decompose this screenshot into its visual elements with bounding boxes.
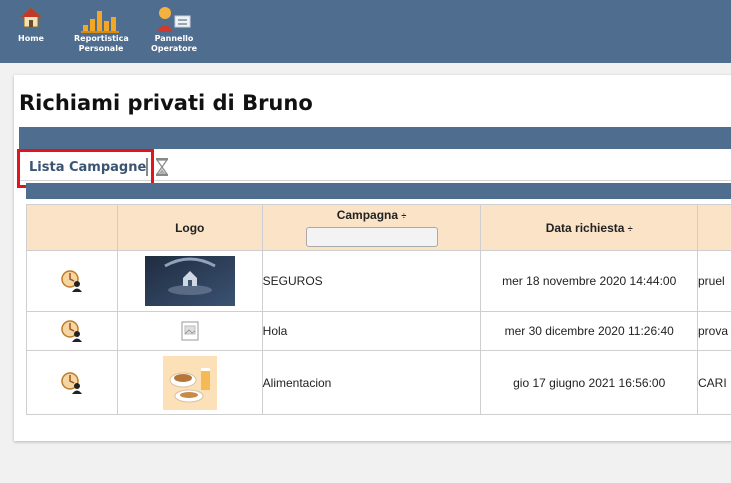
data-richiesta-cell: mer 30 dicembre 2020 11:26:40 (480, 311, 698, 351)
data-richiesta-cell: gio 17 giugno 2021 16:56:00 (480, 350, 698, 415)
col-header-icon (26, 204, 118, 251)
data-richiesta-cell: mer 18 novembre 2020 14:44:00 (480, 250, 698, 312)
row-action-cell[interactable] (26, 350, 118, 415)
col-header-campagna[interactable]: Campagna ÷ (261, 204, 482, 251)
extra-cell: prova (696, 311, 731, 351)
table-row[interactable]: Hola mer 30 dicembre 2020 11:26:40 prova (26, 311, 731, 351)
campaign-table: Logo Campagna ÷ Data richiesta ÷ SEGUROS… (26, 204, 731, 415)
tab-lista-campagne[interactable]: Lista Campagne (29, 160, 146, 175)
campagna-cell: SEGUROS (261, 250, 482, 312)
sort-icon[interactable]: ÷ (628, 224, 633, 234)
tab-separator (146, 158, 148, 176)
row-action-cell[interactable] (26, 250, 118, 312)
clock-user-icon[interactable] (60, 371, 84, 395)
campagna-filter-input[interactable] (305, 227, 438, 247)
logo-cell (116, 350, 263, 415)
extra-cell: pruel (696, 250, 731, 312)
clock-user-icon[interactable] (60, 319, 84, 343)
broken-image-icon (181, 321, 199, 341)
clock-user-icon[interactable] (60, 269, 84, 293)
alimentacion-logo-image (162, 355, 217, 410)
nav-home-label: Home (18, 34, 44, 43)
col-header-campagna-label: Campagna (336, 208, 399, 222)
col-header-data-richiesta[interactable]: Data richiesta ÷ (480, 204, 698, 251)
campagna-cell: Alimentacion (261, 350, 482, 415)
home-icon (16, 4, 46, 34)
table-row[interactable]: SEGUROS mer 18 novembre 2020 14:44:00 pr… (26, 250, 731, 312)
nav-pannello-line1: Pannello (154, 34, 194, 43)
nav-pannello-operatore[interactable]: Pannello Operatore (148, 4, 200, 54)
row-action-cell[interactable] (26, 311, 118, 351)
sort-icon[interactable]: ÷ (401, 211, 406, 221)
operator-panel-icon (148, 4, 200, 34)
table-header-bar (26, 183, 731, 199)
extra-cell: CARI (696, 350, 731, 415)
tab-bar: Lista Campagne (17, 149, 731, 188)
top-nav-bar: Home Reportistica Personale Pannello Ope… (0, 0, 731, 63)
col-header-extra (696, 204, 731, 251)
section-header-bar (19, 127, 731, 149)
col-header-logo: Logo (116, 204, 263, 251)
nav-reportistica-line1: Reportistica (74, 34, 129, 43)
nav-home[interactable]: Home (16, 4, 46, 44)
seguros-logo-image (144, 256, 235, 306)
table-header-row: Logo Campagna ÷ Data richiesta ÷ (26, 204, 731, 251)
nav-reportistica-line2: Personale (78, 44, 124, 53)
page-title: Richiami privati di Bruno (19, 91, 313, 115)
hourglass-icon[interactable] (155, 158, 169, 176)
table-row[interactable]: Alimentacion gio 17 giugno 2021 16:56:00… (26, 350, 731, 415)
campagna-cell: Hola (261, 311, 482, 351)
bar-chart-icon (74, 4, 128, 34)
col-header-data-label: Data richiesta (545, 220, 625, 235)
main-panel: Richiami privati di Bruno Lista Campagne… (14, 75, 731, 441)
logo-cell (116, 250, 263, 312)
nav-reportistica[interactable]: Reportistica Personale (74, 4, 129, 54)
nav-pannello-line2: Operatore (151, 44, 197, 53)
logo-cell (116, 311, 263, 351)
